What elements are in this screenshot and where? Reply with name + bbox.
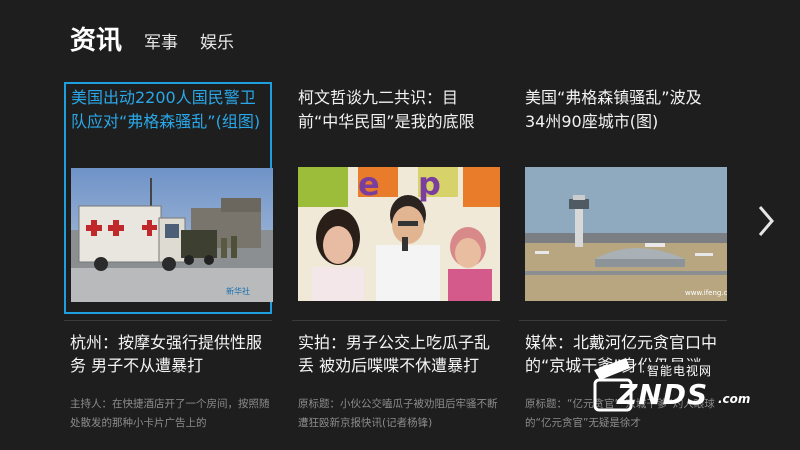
svg-text:新华社: 新华社	[226, 286, 250, 296]
news-card-headline: 美国出动2200人国民警卫队应对“弗格森骚乱”(组图)	[71, 88, 261, 131]
news-card-1[interactable]: 美国出动2200人国民警卫队应对“弗格森骚乱”(组图) 新华社	[64, 82, 273, 314]
news-card-2[interactable]: 柯文哲谈九二共识：目前“中华民国”是我的底限 e p	[292, 82, 500, 314]
divider	[519, 320, 727, 321]
news-thumbnail-airport: www.ifeng.com	[525, 167, 727, 301]
news-summary: 主持人：在快捷酒店开了一个房间，按照随处散发的那种小卡片广告上的	[70, 398, 270, 429]
news-card-headline: 柯文哲谈九二共识：目前“中华民国”是我的底限	[298, 88, 475, 131]
news-card-headline: 美国“弗格森镇骚乱”波及34州90座城市(图)	[525, 88, 702, 131]
news-card-3[interactable]: 美国“弗格森镇骚乱”波及34州90座城市(图) www.ifeng.com	[519, 82, 727, 314]
svg-text:www.ifeng.com: www.ifeng.com	[685, 289, 727, 297]
divider	[292, 320, 500, 321]
logo-suffix: .com	[718, 392, 751, 406]
svg-text:p: p	[418, 167, 441, 203]
news-sub-title[interactable]: 杭州：按摩女强行提供性服务 男子不从遭暴打	[70, 331, 266, 377]
znds-logo: 智能电视网 ZNDS .com	[592, 350, 757, 420]
news-column-1: 美国出动2200人国民警卫队应对“弗格森骚乱”(组图) 新华社 杭州：按摩女强行…	[64, 82, 273, 433]
category-tabs: 资讯 军事 娱乐	[70, 20, 256, 57]
tab-entertainment[interactable]: 娱乐	[200, 28, 234, 57]
news-thumbnail-ambulance: 新华社	[71, 168, 273, 302]
news-summary: 原标题：小伙公交嗑瓜子被劝阻后牢骚不断遭狂殴新京报快讯(记者杨锋)	[298, 398, 498, 429]
tab-military[interactable]: 军事	[144, 28, 178, 57]
divider	[64, 320, 272, 321]
news-sub-title[interactable]: 实拍：男子公交上吃瓜子乱丢 被劝后喋喋不休遭暴打	[298, 331, 494, 377]
news-thumbnail-politicians: e p	[298, 167, 500, 301]
logo-tagline: 智能电视网	[644, 362, 716, 379]
chevron-right-icon[interactable]	[754, 203, 778, 239]
logo-wordmark: ZNDS	[617, 378, 709, 411]
news-column-2: 柯文哲谈九二共识：目前“中华民国”是我的底限 e p 实拍：男子公交上吃瓜子乱丢…	[292, 82, 500, 433]
svg-text:e: e	[358, 167, 380, 203]
tab-news[interactable]: 资讯	[70, 20, 122, 57]
